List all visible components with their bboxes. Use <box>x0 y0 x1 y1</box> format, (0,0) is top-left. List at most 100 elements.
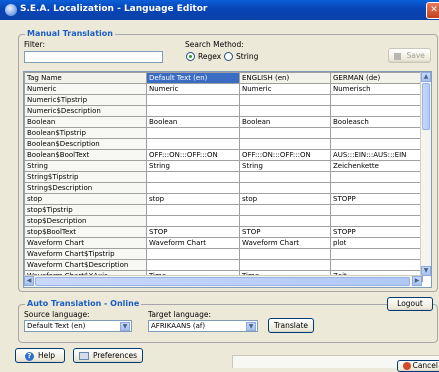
translation-cell[interactable]: plot <box>330 237 423 249</box>
table-row[interactable]: stop stop stop STOPP <box>24 193 423 205</box>
filter-input[interactable] <box>24 51 163 63</box>
translation-cell[interactable] <box>330 105 423 117</box>
scroll-down-button[interactable]: ▼ <box>421 266 431 276</box>
translation-cell[interactable]: STOP <box>146 226 240 238</box>
tag-name-cell[interactable]: Numeric$Tipstrip <box>24 94 147 106</box>
translation-cell[interactable] <box>239 94 331 106</box>
column-header-selected[interactable]: Default Text (en) <box>146 72 240 84</box>
table-row[interactable]: Boolean$Description <box>24 138 423 150</box>
table-row[interactable]: Numeric$Description <box>24 105 423 117</box>
translation-cell[interactable] <box>239 259 331 271</box>
table-row[interactable]: stop$Tipstrip <box>24 204 423 216</box>
translation-cell[interactable] <box>239 182 331 194</box>
translation-cell[interactable] <box>146 248 240 260</box>
translation-cell[interactable]: Waveform Chart <box>239 237 331 249</box>
table-row[interactable]: Waveform Chart$Description <box>24 259 423 271</box>
vertical-scroll-thumb[interactable] <box>422 83 430 130</box>
tag-name-cell[interactable]: Numeric <box>24 83 147 95</box>
column-header[interactable]: GERMAN (de) <box>330 72 423 84</box>
translation-cell[interactable]: Boolean <box>146 116 240 128</box>
tag-name-cell[interactable]: Waveform Chart <box>24 237 147 249</box>
source-language-select[interactable]: Default Text (en) ▼ <box>24 320 132 332</box>
translation-cell[interactable] <box>146 105 240 117</box>
translation-cell[interactable]: Boolean <box>239 116 331 128</box>
table-row[interactable]: String$Description <box>24 182 423 194</box>
translation-cell[interactable] <box>239 105 331 117</box>
tag-name-cell[interactable]: stop$BoolText <box>24 226 147 238</box>
table-row[interactable]: String String String Zeichenkette <box>24 160 423 172</box>
translation-cell[interactable] <box>239 215 331 227</box>
translation-cell[interactable]: Zeichenkette <box>330 160 423 172</box>
logout-button[interactable]: Logout <box>387 297 433 311</box>
table-row[interactable]: Boolean$Tipstrip <box>24 127 423 139</box>
translate-button[interactable]: Translate <box>268 318 314 333</box>
tag-name-cell[interactable]: Waveform Chart$Tipstrip <box>24 248 147 260</box>
table-row[interactable]: Waveform Chart Waveform Chart Waveform Cha… <box>24 237 423 249</box>
translation-cell[interactable]: OFF:::ON:::OFF:::ON <box>146 149 240 161</box>
translation-cell[interactable] <box>330 182 423 194</box>
tag-name-cell[interactable]: stop$Description <box>24 215 147 227</box>
tag-name-cell[interactable]: Boolean$Tipstrip <box>24 127 147 139</box>
translation-cell[interactable] <box>146 127 240 139</box>
translation-cell[interactable]: STOPP <box>330 226 423 238</box>
tag-name-cell[interactable]: Boolean$Description <box>24 138 147 150</box>
translation-cell[interactable]: STOP <box>239 226 331 238</box>
scroll-right-button[interactable]: ▶ <box>412 276 422 286</box>
scroll-up-button[interactable]: ▲ <box>421 72 431 82</box>
translation-cell[interactable]: OFF:::ON:::OFF:::ON <box>239 149 331 161</box>
translation-cell[interactable]: stop <box>239 193 331 205</box>
chevron-down-icon[interactable]: ▼ <box>246 322 256 331</box>
translation-cell[interactable]: Numeric <box>239 83 331 95</box>
cancel-button[interactable]: Cancel <box>397 360 439 372</box>
tag-name-cell[interactable]: stop <box>24 193 147 205</box>
translation-cell[interactable]: Waveform Chart <box>146 237 240 249</box>
translation-cell[interactable]: stop <box>146 193 240 205</box>
vertical-scrollbar[interactable]: ▲ ▼ <box>420 72 431 276</box>
tag-name-cell[interactable]: String$Tipstrip <box>24 171 147 183</box>
scroll-left-button[interactable]: ◀ <box>24 276 34 286</box>
translation-cell[interactable] <box>146 171 240 183</box>
help-button[interactable]: ? Help <box>15 348 65 363</box>
target-language-select[interactable]: AFRIKAANS (af) ▼ <box>148 320 258 332</box>
table-row[interactable]: String$Tipstrip <box>24 171 423 183</box>
string-label[interactable]: String <box>236 52 258 61</box>
translation-cell[interactable]: Numerisch <box>330 83 423 95</box>
table-row[interactable]: Numeric$Tipstrip <box>24 94 423 106</box>
translation-cell[interactable] <box>330 138 423 150</box>
tag-name-cell[interactable]: Boolean <box>24 116 147 128</box>
translation-table[interactable]: Tag Name Default Text (en) ENGLISH (en) … <box>23 71 432 288</box>
horizontal-scrollbar[interactable]: ◀ ▶ <box>24 275 422 287</box>
translation-cell[interactable] <box>146 259 240 271</box>
preferences-button[interactable]: Preferences <box>73 348 143 363</box>
translation-cell[interactable] <box>239 127 331 139</box>
table-row[interactable]: stop$Description <box>24 215 423 227</box>
translation-cell[interactable] <box>330 94 423 106</box>
translation-cell[interactable] <box>330 171 423 183</box>
chevron-down-icon[interactable]: ▼ <box>120 322 130 331</box>
string-radio[interactable] <box>224 52 233 61</box>
close-button[interactable]: ✕ <box>426 2 439 19</box>
translation-cell[interactable] <box>330 204 423 216</box>
translation-cell[interactable]: String <box>239 160 331 172</box>
translation-cell[interactable] <box>146 215 240 227</box>
translation-cell[interactable] <box>146 182 240 194</box>
tag-name-cell[interactable]: Waveform Chart$Description <box>24 259 147 271</box>
translation-cell[interactable]: Numeric <box>146 83 240 95</box>
translation-cell[interactable] <box>146 94 240 106</box>
translation-cell[interactable] <box>146 138 240 150</box>
table-row[interactable]: stop$BoolText STOP STOP STOPP <box>24 226 423 238</box>
tag-name-cell[interactable]: String$Description <box>24 182 147 194</box>
translation-cell[interactable] <box>239 204 331 216</box>
translation-cell[interactable]: STOPP <box>330 193 423 205</box>
translation-cell[interactable] <box>330 127 423 139</box>
translation-cell[interactable]: AUS:::EIN:::AUS:::EIN <box>330 149 423 161</box>
table-row[interactable]: Boolean$BoolText OFF:::ON:::OFF:::ON OFF::… <box>24 149 423 161</box>
save-button[interactable]: Save <box>388 48 431 63</box>
column-header[interactable]: ENGLISH (en) <box>239 72 331 84</box>
translation-cell[interactable] <box>330 215 423 227</box>
translation-cell[interactable] <box>330 259 423 271</box>
table-row[interactable]: Numeric Numeric Numeric Numerisch <box>24 83 423 95</box>
translation-cell[interactable] <box>146 204 240 216</box>
translation-cell[interactable] <box>330 248 423 260</box>
table-row[interactable]: Boolean Boolean Boolean Booleasch <box>24 116 423 128</box>
